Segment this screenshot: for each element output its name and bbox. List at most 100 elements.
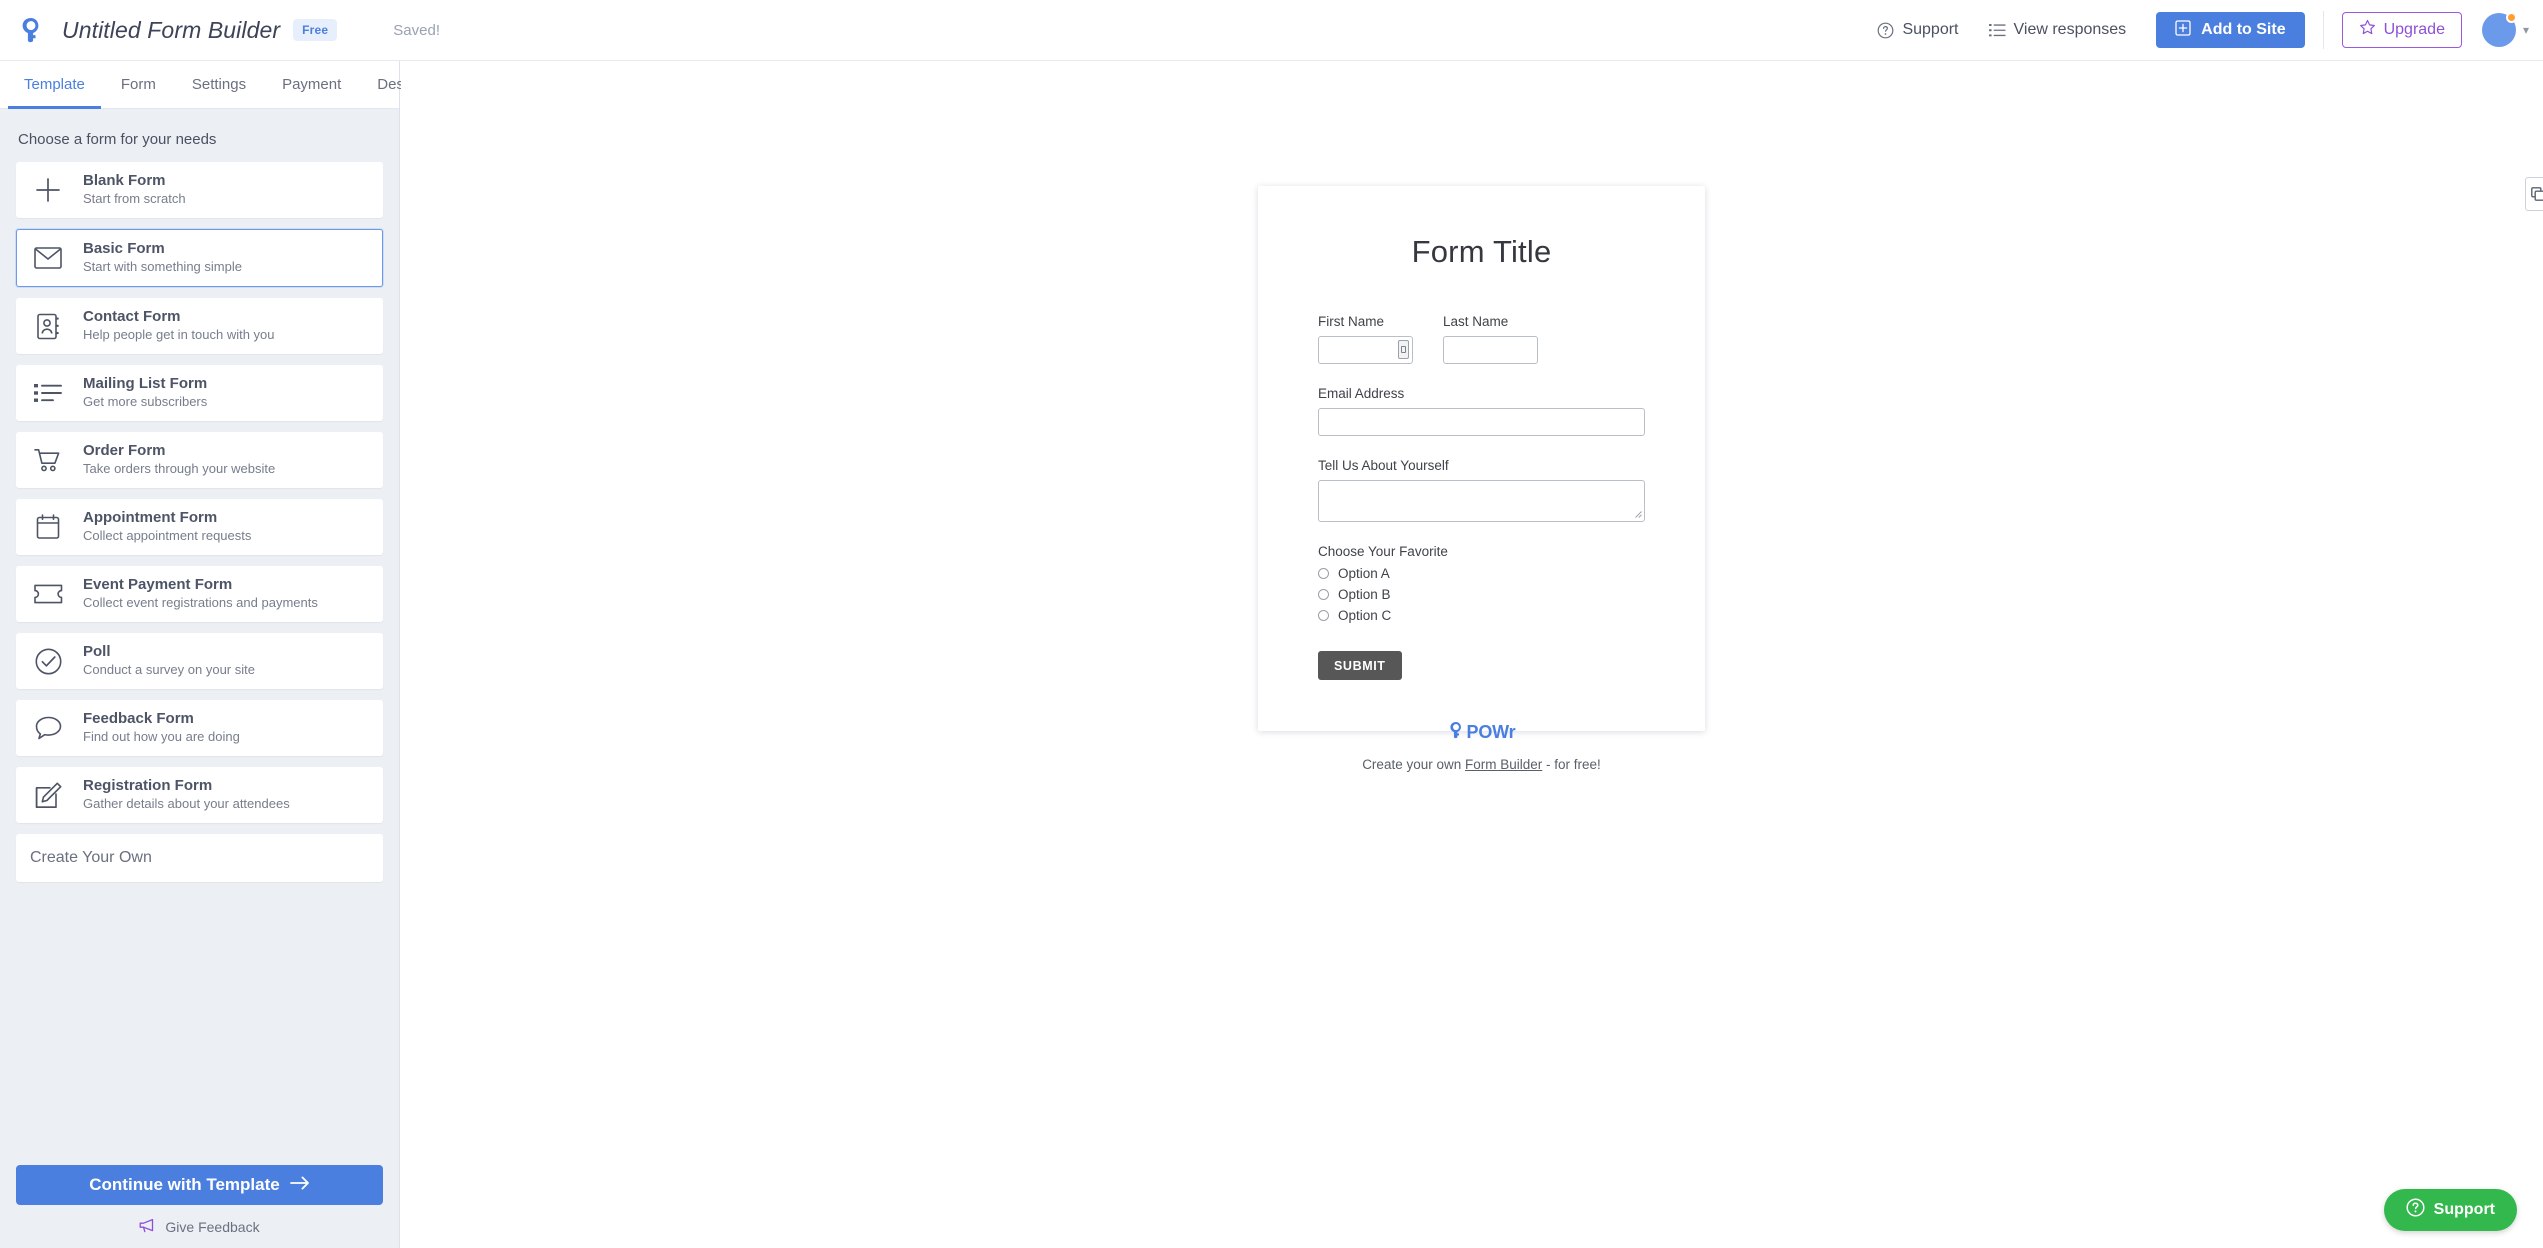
powr-branding[interactable]: POWr [1318,721,1645,744]
panel-footer: Continue with Template Give Feedback [0,1165,399,1248]
add-to-site-label: Add to Site [2201,21,2286,38]
support-widget-label: Support [2433,1201,2495,1218]
check-circle-icon [31,648,65,675]
powr-wordmark: POWr [1466,722,1516,742]
give-feedback-button[interactable]: Give Feedback [16,1218,383,1236]
first-name-field-group: First Name [1318,314,1413,364]
template-subtitle: Get more subscribers [83,394,208,410]
support-label: Support [1902,21,1959,38]
question-circle-icon [2406,1198,2425,1222]
email-input[interactable] [1318,408,1645,436]
template-card-registration-form[interactable]: Registration Form Gather details about y… [16,767,383,823]
template-list-container: Choose a form for your needs Blank Form … [0,109,399,1165]
last-name-field-group: Last Name [1443,314,1538,364]
top-bar: Untitled Form Builder Free Saved! Suppor… [0,0,2543,61]
about-field-group: Tell Us About Yourself [1318,458,1645,522]
autofill-icon[interactable] [1398,340,1409,359]
radio-option-b[interactable]: Option B [1318,587,1645,602]
form-preview-canvas: Form Title First Name Last Name Email Ad… [401,61,2543,1248]
radio-icon [1318,589,1329,600]
powr-logo-icon [1448,721,1464,744]
template-card-poll[interactable]: Poll Conduct a survey on your site [16,633,383,689]
plus-square-icon [2175,19,2191,41]
view-responses-button[interactable]: View responses [1988,21,2126,39]
template-card-feedback-form[interactable]: Feedback Form Find out how you are doing [16,700,383,756]
tab-form[interactable]: Form [105,61,172,108]
list-icon [1988,23,2006,38]
notification-dot [2505,12,2517,23]
template-subtitle: Start from scratch [83,191,186,207]
plan-badge: Free [293,19,338,41]
radio-label: Option A [1338,566,1390,581]
tab-label: Template [24,76,85,93]
upgrade-button[interactable]: Upgrade [2341,12,2462,48]
template-card-mailing-list-form[interactable]: Mailing List Form Get more subscribers [16,365,383,421]
radio-icon [1318,568,1329,579]
about-label: Tell Us About Yourself [1318,458,1449,473]
form-preview-card: Form Title First Name Last Name Email Ad… [1258,186,1705,772]
list-bullets-icon [31,382,65,404]
panel-tabs: Template Form Settings Payment Design [0,61,424,109]
tab-payment[interactable]: Payment [266,61,357,108]
last-name-input[interactable] [1443,336,1538,364]
tagline-prefix: Create your own [1362,757,1465,772]
form-builder-link[interactable]: Form Builder [1465,757,1542,772]
template-subtitle: Find out how you are doing [83,729,240,745]
name-fields-row: First Name Last Name [1318,314,1645,364]
template-card-appointment-form[interactable]: Appointment Form Collect appointment req… [16,499,383,555]
tab-template[interactable]: Template [8,61,101,109]
radio-option-a[interactable]: Option A [1318,566,1645,581]
template-title: Contact Form [83,307,181,325]
save-status: Saved! [393,21,440,39]
template-title: Appointment Form [83,508,218,526]
panel-heading: Choose a form for your needs [18,131,217,148]
tab-settings[interactable]: Settings [176,61,262,108]
add-to-site-button[interactable]: Add to Site [2156,12,2305,48]
template-card-order-form[interactable]: Order Form Take orders through your webs… [16,432,383,488]
submit-button[interactable]: SUBMIT [1318,651,1402,680]
template-title: Basic Form [83,239,165,257]
first-name-label: First Name [1318,314,1385,329]
arrow-right-icon [289,1175,310,1195]
tab-label: Payment [282,76,342,93]
tab-label: Settings [191,76,247,93]
favorite-label: Choose Your Favorite [1318,544,1448,559]
template-card-blank-form[interactable]: Blank Form Start from scratch [16,162,383,218]
radio-group: Option A Option B Option C [1318,566,1645,623]
template-title: Feedback Form [83,709,194,727]
support-chat-widget[interactable]: Support [2383,1189,2517,1231]
template-subtitle: Collect appointment requests [83,528,252,544]
template-title: Blank Form [83,171,166,189]
form-title: Form Title [1411,234,1552,269]
contact-book-icon [31,313,65,340]
powr-logo-icon[interactable] [16,15,46,45]
chevron-down-icon[interactable]: ▾ [2523,23,2529,37]
megaphone-icon [139,1218,156,1236]
favorite-field-group: Choose Your Favorite Option A Option B O… [1318,544,1645,623]
continue-with-template-button[interactable]: Continue with Template [16,1165,383,1205]
email-label: Email Address [1318,386,1405,401]
radio-label: Option B [1338,587,1391,602]
pencil-square-icon [31,782,65,809]
create-your-own-button[interactable]: Create Your Own [16,834,383,882]
support-button[interactable]: Support [1877,21,1959,39]
upgrade-label: Upgrade [2383,21,2445,38]
template-card-basic-form[interactable]: Basic Form Start with something simple [16,229,383,287]
radio-option-c[interactable]: Option C [1318,608,1645,623]
template-title: Event Payment Form [83,575,233,593]
about-textarea[interactable] [1318,480,1645,522]
envelope-icon [31,247,65,269]
powr-tagline: Create your own Form Builder - for free! [1318,755,1645,775]
template-subtitle: Help people get in touch with you [83,327,275,343]
template-subtitle: Conduct a survey on your site [83,662,255,678]
template-card-event-payment-form[interactable]: Event Payment Form Collect event registr… [16,566,383,622]
template-card-contact-form[interactable]: Contact Form Help people get in touch wi… [16,298,383,354]
document-title[interactable]: Untitled Form Builder [62,17,280,44]
template-subtitle: Gather details about your attendees [83,796,290,812]
top-bar-actions: Support View responses Add to Site Upgra… [1877,0,2543,60]
duplicate-icon[interactable] [2525,177,2543,211]
template-subtitle: Collect event registrations and payments [83,595,318,611]
email-field-group: Email Address [1318,386,1645,436]
radio-label: Option C [1338,608,1392,623]
avatar[interactable] [2481,12,2517,47]
